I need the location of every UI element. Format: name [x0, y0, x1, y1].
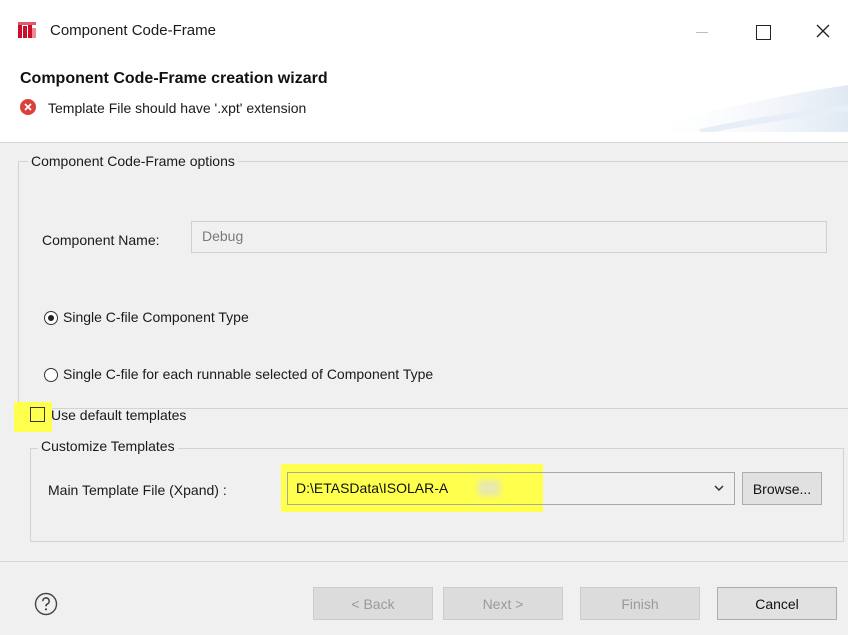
maximize-button[interactable] — [740, 14, 788, 50]
wizard-title: Component Code-Frame creation wizard — [20, 70, 328, 87]
cancel-button[interactable]: Cancel — [717, 587, 837, 620]
component-name-label: Component Name: — [42, 232, 160, 248]
title-bar: Component Code-Frame — [0, 0, 848, 62]
use-default-templates-label[interactable]: Use default templates — [51, 407, 186, 423]
radio-single-cfile[interactable] — [44, 311, 58, 325]
chevron-down-icon[interactable] — [709, 478, 729, 498]
error-message: Template File should have '.xpt' extensi… — [48, 100, 307, 116]
minimize-button[interactable] — [676, 14, 724, 50]
app-icon — [18, 22, 36, 38]
browse-button[interactable]: Browse... — [742, 472, 822, 505]
close-button[interactable] — [800, 14, 848, 50]
wizard-body: Component Code-Frame options Component N… — [0, 143, 848, 561]
error-icon — [20, 99, 36, 115]
next-button[interactable]: Next > — [443, 587, 563, 620]
help-icon[interactable] — [34, 592, 58, 616]
close-icon — [816, 24, 830, 38]
wizard-header: Component Code-Frame creation wizard Tem… — [0, 62, 848, 142]
banner-decoration — [640, 85, 848, 132]
radio-single-cfile-label[interactable]: Single C-file Component Type — [63, 309, 249, 325]
use-default-templates-checkbox[interactable] — [30, 407, 45, 422]
maximize-icon — [756, 25, 771, 40]
radio-cfile-per-runnable-label[interactable]: Single C-file for each runnable selected… — [63, 366, 433, 382]
main-template-value[interactable]: D:\ETASData\ISOLAR-A — [296, 480, 448, 496]
wizard-footer: < Back Next > Finish Cancel — [0, 562, 848, 635]
minimize-icon — [696, 32, 708, 33]
radio-cfile-per-runnable[interactable] — [44, 368, 58, 382]
customize-templates-label: Customize Templates — [38, 438, 178, 454]
back-button[interactable]: < Back — [313, 587, 433, 620]
options-group-label: Component Code-Frame options — [28, 153, 238, 169]
window-title: Component Code-Frame — [50, 22, 216, 39]
finish-button[interactable]: Finish — [580, 587, 700, 620]
main-template-label: Main Template File (Xpand) : — [48, 482, 227, 498]
component-name-field[interactable]: Debug — [191, 221, 827, 253]
redacted-text — [478, 480, 500, 496]
